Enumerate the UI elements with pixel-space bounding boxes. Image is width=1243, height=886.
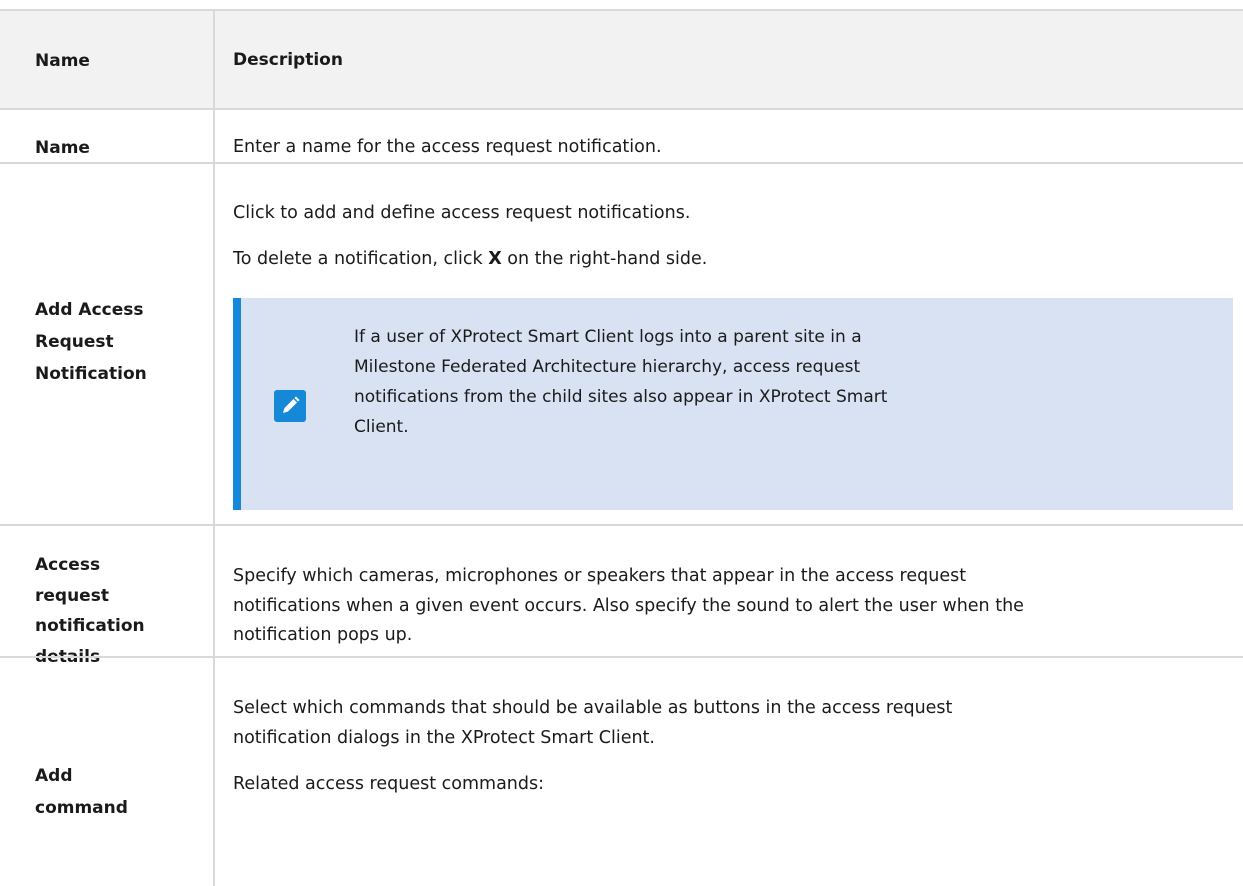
row-description-text: Enter a name for the access request noti… [233, 137, 662, 157]
header-name: Name [0, 47, 214, 75]
table-row: Name Enter a name for the access request… [0, 110, 1243, 162]
header-description: Description [214, 45, 1243, 75]
row-name-cell: Add command [0, 760, 214, 824]
description-paragraph: To delete a notification, click X on the… [233, 244, 707, 274]
note-line: Client. [354, 417, 409, 437]
header-name-label: Name [35, 51, 90, 71]
row-description-cell: Enter a name for the access request noti… [214, 132, 1243, 162]
row-description-cell: Select which commands that should be ava… [214, 676, 1243, 886]
row-name-cell: Name [0, 134, 214, 162]
row-name-line: Access [35, 555, 101, 575]
note-line: If a user of XProtect Smart Client logs … [354, 327, 862, 347]
grid-line [0, 162, 1243, 164]
grid-line [0, 524, 1243, 526]
table-header-row: Name Description [0, 11, 1243, 108]
description-line: notification dialogs in the XProtect Sma… [233, 728, 655, 748]
note-text: If a user of XProtect Smart Client logs … [354, 322, 887, 442]
description-line: notifications when a given event occurs.… [233, 595, 1024, 616]
table-row: Access request notification details Spec… [0, 526, 1243, 667]
row-name-line: Add Access [35, 300, 144, 320]
description-line: Specify which cameras, microphones or sp… [233, 566, 967, 586]
row-name-cell: Access request notification details [0, 550, 214, 672]
table-row: Add command Select which commands that s… [0, 676, 1243, 886]
description-text: Click to add and define access request n… [233, 203, 691, 223]
description-text: on the right-hand side. [507, 249, 708, 269]
description-line: Select which commands that should be ava… [233, 698, 953, 718]
row-name-line: Add [35, 766, 73, 786]
grid-line [0, 9, 1243, 11]
description-line: Related access request commands: [233, 774, 545, 794]
description-paragraph: Click to add and define access request n… [233, 198, 690, 228]
row-name-line: notification [35, 616, 145, 636]
description-paragraph: Related access request commands: [233, 769, 544, 799]
row-description-cell: Specify which cameras, microphones or sp… [214, 562, 1243, 651]
row-name-line: command [35, 798, 128, 818]
table-row: Add Access Request Notification Click to… [0, 180, 1243, 525]
note-box: If a user of XProtect Smart Client logs … [233, 298, 1233, 510]
description-line: notification pops up. [233, 625, 413, 645]
grid-line [0, 108, 1243, 110]
note-line: Milestone Federated Architecture hierarc… [354, 357, 861, 377]
row-name-line: request [35, 585, 109, 606]
description-paragraph: Select which commands that should be ava… [233, 693, 952, 753]
row-description-cell: Click to add and define access request n… [214, 180, 1235, 525]
grid-line [213, 9, 215, 886]
row-name-line: Request [35, 332, 114, 352]
description-text: To delete a notification, click [233, 249, 483, 269]
row-name-label: Name [35, 138, 90, 158]
grid-line [0, 656, 1243, 658]
keyword-x: X [488, 249, 502, 269]
row-name-line: Notification [35, 364, 147, 384]
row-name-cell: Add Access Request Notification [0, 294, 214, 390]
header-description-label: Description [233, 50, 343, 70]
note-line: notifications from the child sites also … [354, 387, 888, 407]
pencil-note-icon [274, 390, 306, 422]
